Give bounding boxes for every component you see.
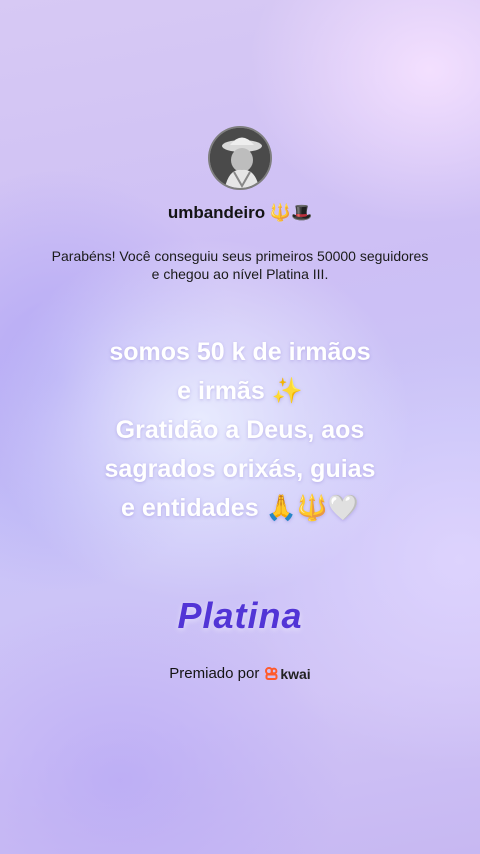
celebration-message: somos 50 k de irmãos e irmãs ✨ Gratidão … (0, 333, 480, 528)
message-line: Gratidão a Deus, aos (115, 416, 365, 444)
username[interactable]: umbandeiro 🔱🎩 (0, 203, 480, 223)
message-line: somos 50 k de irmãos (109, 338, 371, 366)
awarded-by: Premiado por kwai (0, 665, 480, 682)
message-line: e entidades 🙏🔱🤍 (121, 494, 359, 522)
message-line: sagrados orixás, guias (104, 455, 376, 483)
masked-figure-avatar-icon (210, 128, 270, 188)
kwai-logo: kwai (265, 665, 311, 682)
avatar[interactable] (208, 126, 272, 190)
message-line: e irmãs ✨ (177, 377, 303, 405)
kwai-logo-text: kwai (280, 665, 311, 682)
awarded-by-label: Premiado por (169, 665, 260, 682)
congrats-text: Parabéns! Você conseguiu seus primeiros … (51, 248, 429, 282)
kwai-logo-icon (265, 667, 278, 680)
level-title: Platina (177, 595, 303, 636)
